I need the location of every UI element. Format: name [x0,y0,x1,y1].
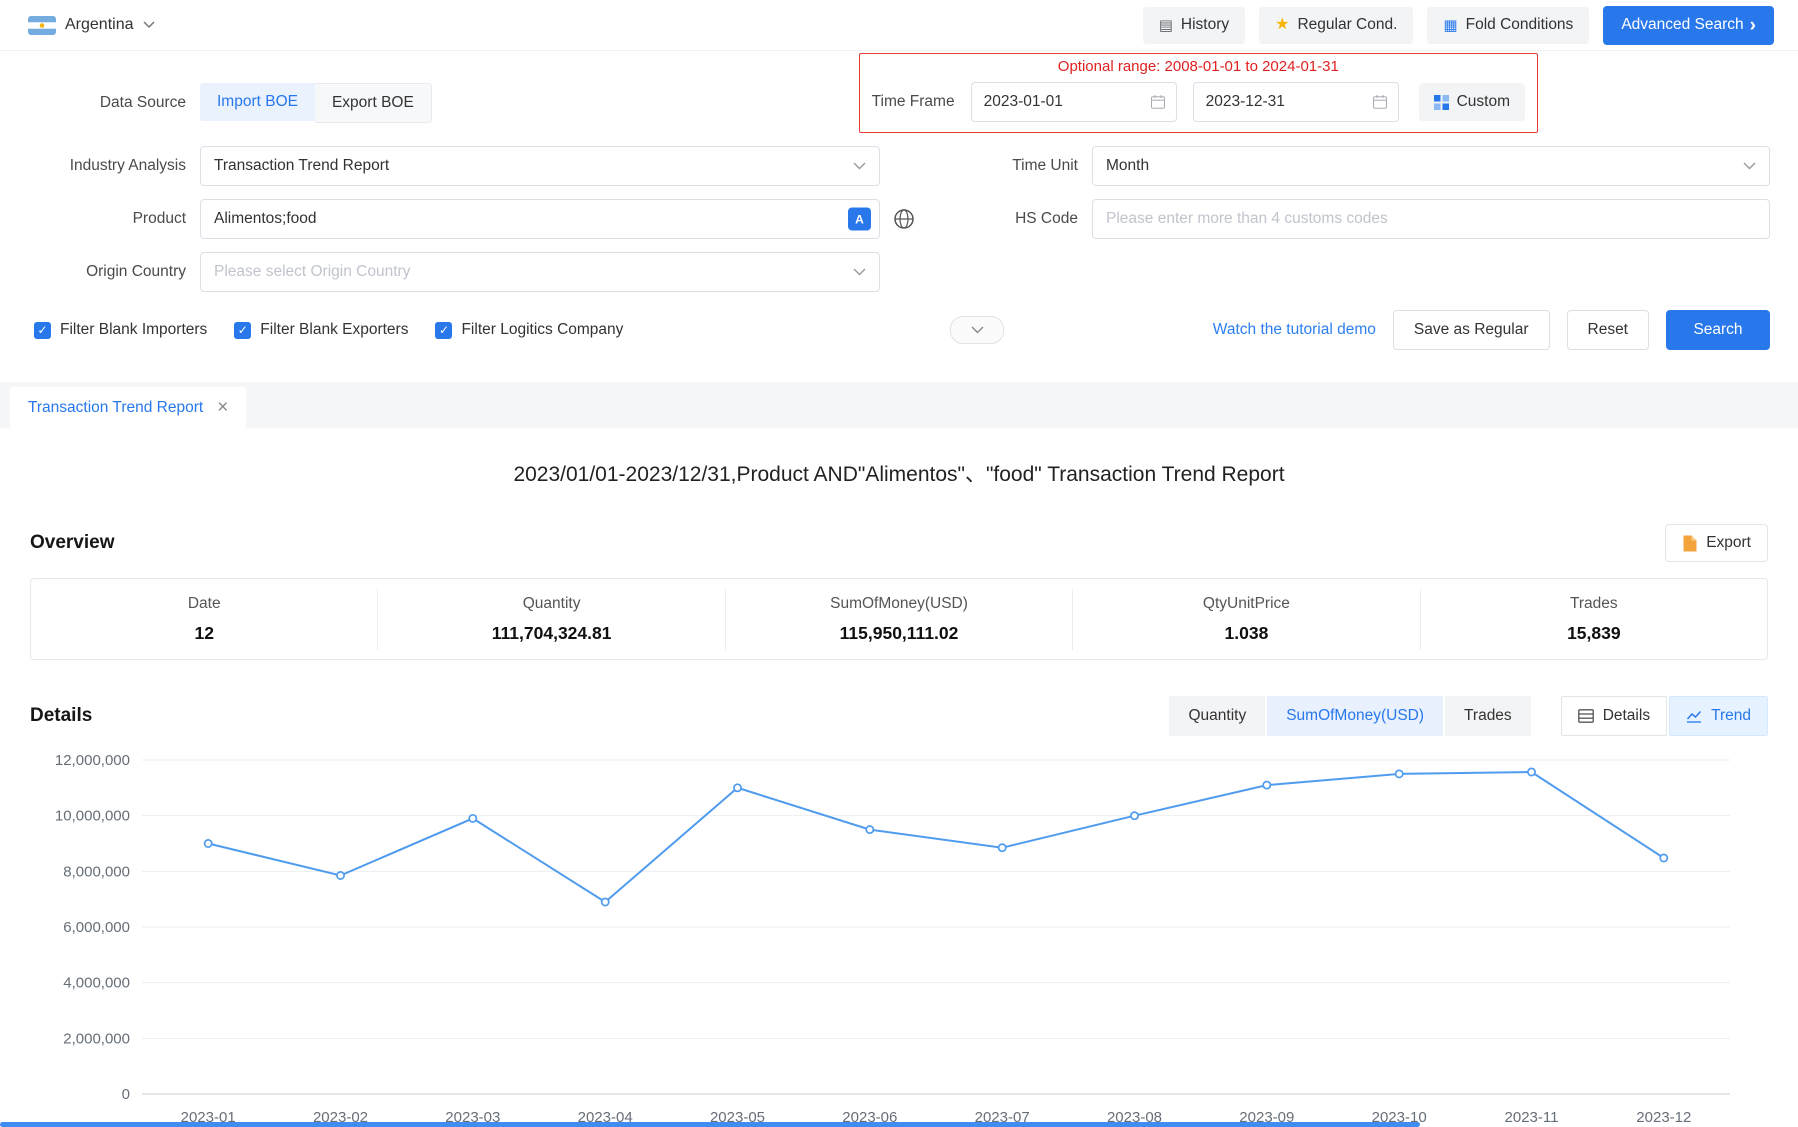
table-icon [1578,709,1594,723]
view-details-button[interactable]: Details [1561,696,1667,736]
industry-analysis-label: Industry Analysis [28,157,186,175]
chevron-down-icon [1743,162,1756,170]
tab-transaction-trend-report[interactable]: Transaction Trend Report × [10,387,246,428]
chevron-down-icon [853,268,866,276]
overview-stats-card: Date 12 Quantity 111,704,324.81 SumOfMon… [30,578,1768,660]
custom-grid-icon [1434,95,1449,110]
stat-quantity: Quantity 111,704,324.81 [377,589,724,650]
metric-tab-quantity[interactable]: Quantity [1169,696,1265,736]
svg-text:8,000,000: 8,000,000 [63,863,130,880]
industry-analysis-select[interactable]: Transaction Trend Report [200,146,880,186]
export-file-icon [1682,535,1697,552]
overview-heading: Overview [30,532,115,554]
time-frame-highlight-box: Optional range: 2008-01-01 to 2024-01-31… [859,53,1538,133]
country-name: Argentina [65,16,134,34]
metric-tab-sum-of-money[interactable]: SumOfMoney(USD) [1267,696,1443,736]
details-heading: Details [30,705,92,727]
history-button[interactable]: ▤ History [1143,7,1245,44]
date-to-input[interactable]: 2023-12-31 [1193,82,1399,122]
calendar-icon [1372,94,1388,110]
trend-chart-icon [1686,710,1702,723]
data-source-toggle: Import BOE Export BOE [200,83,432,123]
close-icon[interactable]: × [217,398,228,417]
chevron-down-icon [853,162,866,170]
calendar-icon [1150,94,1166,110]
scrollbar-thumb[interactable] [0,1122,1420,1127]
metric-tab-trades[interactable]: Trades [1445,696,1531,736]
stat-trades: Trades 15,839 [1420,589,1767,650]
stat-date: Date 12 [31,589,377,650]
checkbox-checked-icon: ✓ [234,322,251,339]
view-trend-button[interactable]: Trend [1669,696,1768,736]
expand-conditions-button[interactable] [950,316,1004,344]
svg-text:2,000,000: 2,000,000 [63,1030,130,1047]
country-selector[interactable]: Argentina [28,16,155,35]
history-icon: ▤ [1159,18,1173,33]
time-unit-select[interactable]: Month [1092,146,1770,186]
time-frame-label: Time Frame [872,93,955,111]
import-boe-option[interactable]: Import BOE [200,83,315,121]
checkbox-checked-icon: ✓ [34,322,51,339]
tutorial-demo-link[interactable]: Watch the tutorial demo [1213,321,1376,339]
time-unit-label: Time Unit [978,157,1078,175]
metric-toggle-group: Quantity SumOfMoney(USD) Trades [1169,696,1530,736]
regular-cond-button[interactable]: ★ Regular Cond. [1259,7,1413,44]
data-source-label: Data Source [28,94,186,112]
trend-chart-area: 0 2,000,000 4,000,000 6,000,000 8,000,000 10,… [30,746,1768,1127]
language-globe-icon[interactable] [891,206,917,232]
optional-range-text: Optional range: 2008-01-01 to 2024-01-31 [872,58,1525,75]
svg-text:6,000,000: 6,000,000 [63,919,130,936]
report-title: 2023/01/01-2023/12/31,Product AND"Alimen… [30,458,1768,488]
checkbox-checked-icon: ✓ [435,322,452,339]
product-label: Product [28,210,186,228]
date-from-input[interactable]: 2023-01-01 [971,82,1177,122]
custom-range-button[interactable]: Custom [1419,83,1525,121]
save-as-regular-button[interactable]: Save as Regular [1393,310,1550,350]
star-icon: ★ [1275,17,1289,33]
trend-chart[interactable]: 0 2,000,000 4,000,000 6,000,000 8,000,000 10,… [30,746,1768,1127]
topbar-actions: ▤ History ★ Regular Cond. ▦ Fold Conditi… [1143,6,1774,45]
origin-country-label: Origin Country [28,263,186,281]
svg-text:10,000,000: 10,000,000 [55,808,130,825]
fold-conditions-icon: ▦ [1443,18,1457,33]
export-boe-option[interactable]: Export BOE [315,83,432,123]
svg-text:4,000,000: 4,000,000 [63,975,130,992]
filter-panel: Data Source Import BOE Export BOE Option… [0,51,1798,368]
stat-sum-of-money: SumOfMoney(USD) 115,950,111.02 [725,589,1072,650]
hs-code-input[interactable] [1092,199,1770,239]
report-content: 2023/01/01-2023/12/31,Product AND"Alimen… [0,458,1798,1127]
topbar: Argentina ▤ History ★ Regular Cond. ▦ Fo… [0,0,1798,51]
result-tabbar: Transaction Trend Report × [0,382,1798,428]
filter-logitics-company-checkbox[interactable]: ✓ Filter Logitics Company [435,321,623,339]
hs-code-label: HS Code [978,210,1078,228]
view-toggle-group: Details Trend [1561,696,1768,736]
product-input[interactable] [200,199,880,239]
export-button[interactable]: Export [1665,524,1768,562]
advanced-search-button[interactable]: Advanced Search › [1603,6,1774,45]
translate-icon[interactable]: A [848,208,871,231]
arrow-right-icon: › [1750,16,1756,35]
argentina-flag-icon [28,16,56,35]
reset-button[interactable]: Reset [1567,310,1650,350]
svg-text:0: 0 [122,1086,130,1103]
chevron-down-icon [971,326,984,334]
search-button[interactable]: Search [1666,310,1770,350]
stat-qty-unit-price: QtyUnitPrice 1.038 [1072,589,1419,650]
origin-country-select[interactable]: Please select Origin Country [200,252,880,292]
chevron-down-icon [143,21,155,29]
fold-conditions-button[interactable]: ▦ Fold Conditions [1427,7,1589,44]
filter-blank-exporters-checkbox[interactable]: ✓ Filter Blank Exporters [234,321,408,339]
svg-text:12,000,000: 12,000,000 [55,752,130,769]
horizontal-scrollbar [0,1122,1798,1127]
filter-blank-importers-checkbox[interactable]: ✓ Filter Blank Importers [34,321,207,339]
